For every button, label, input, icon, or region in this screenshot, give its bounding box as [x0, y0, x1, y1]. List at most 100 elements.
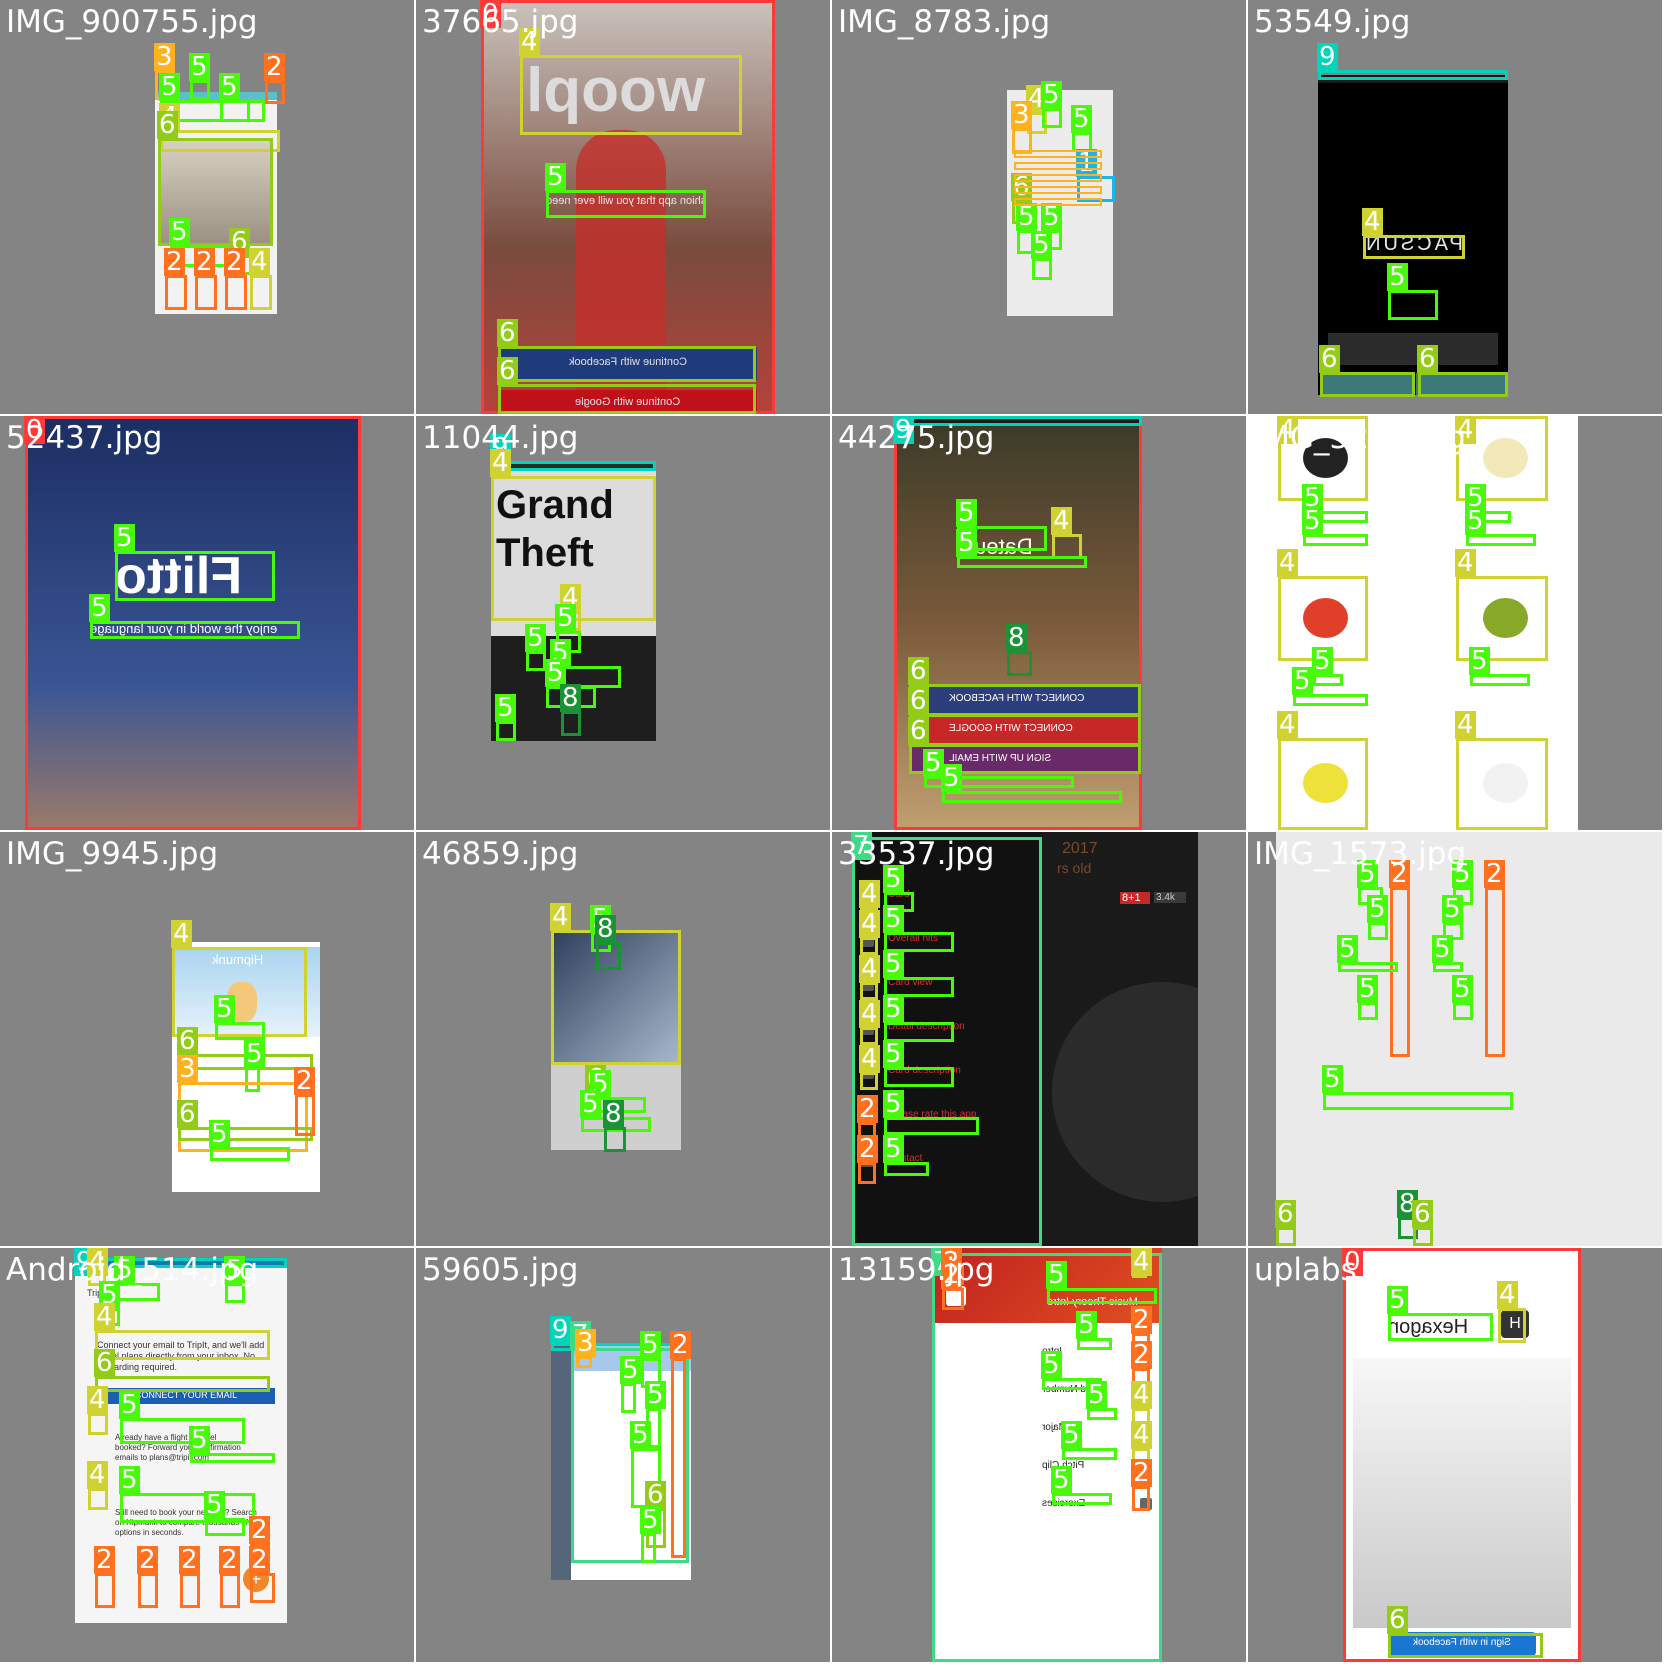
- class-label-5: 5: [214, 994, 235, 1024]
- class-label-5: 5: [244, 1039, 265, 1069]
- bbox-class-2: [95, 1573, 115, 1608]
- bbox-class-6: [498, 384, 756, 414]
- bbox-class-6: [1418, 372, 1508, 397]
- bbox-class-5: [1323, 1092, 1513, 1110]
- bbox-class-8: [596, 942, 621, 970]
- class-label-5: 5: [640, 1330, 661, 1360]
- class-label-5: 5: [580, 1089, 601, 1119]
- bbox-class-5: [210, 1147, 290, 1161]
- bbox-class-5: [1042, 108, 1062, 128]
- class-label-4: 4: [859, 999, 880, 1029]
- class-label-4: 4: [859, 909, 880, 939]
- bbox-class-2: [942, 1288, 964, 1310]
- class-label-5: 5: [883, 994, 904, 1024]
- year-text: 2017: [1062, 840, 1122, 858]
- class-label-6: 6: [1417, 344, 1438, 374]
- bbox-class-2: [220, 1573, 240, 1608]
- class-label-2: 2: [179, 1545, 200, 1575]
- bbox-class-4: [860, 1072, 878, 1090]
- google-plus-badge[interactable]: 8+1: [1120, 892, 1150, 904]
- class-label-5: 5: [89, 593, 110, 623]
- age-text: rs old: [1057, 860, 1117, 876]
- bbox-class-4: [860, 937, 878, 955]
- bbox-class-6: [1413, 1227, 1433, 1246]
- class-label-4: 4: [1131, 1248, 1152, 1277]
- bbox-class-4: [250, 275, 272, 310]
- class-label-5: 5: [1051, 1465, 1072, 1495]
- class-label-5: 5: [1041, 1350, 1062, 1380]
- class-label-5: 5: [1016, 202, 1037, 232]
- bbox-class-5: [1047, 1288, 1157, 1304]
- class-label-5: 5: [1442, 894, 1463, 924]
- bbox-class-5: [546, 190, 706, 218]
- class-label-5: 5: [883, 1039, 904, 1069]
- bbox-class-6: [1388, 1633, 1543, 1658]
- class-label-5: 5: [645, 1380, 666, 1410]
- class-label-5: 5: [204, 1490, 225, 1520]
- class-label-5: 5: [1302, 506, 1323, 536]
- bbox-class-5: [1032, 258, 1052, 280]
- tile-filename: 44275.jpg: [838, 420, 995, 456]
- bbox-class-2: [195, 275, 217, 310]
- plus-count-text: 3.4k: [1156, 892, 1175, 903]
- class-label-5: 5: [883, 904, 904, 934]
- bbox-class-2: [138, 1573, 158, 1608]
- bbox-class-5: [215, 1022, 265, 1040]
- list-row: [1014, 174, 1102, 182]
- year-text-text: 2017: [1062, 840, 1098, 857]
- bbox-class-2: [225, 275, 247, 310]
- bbox-class-5: [220, 100, 265, 122]
- class-label-5: 5: [630, 1420, 651, 1450]
- class-label-5: 5: [1312, 646, 1333, 676]
- tile: 458655846859.jpg: [416, 832, 830, 1246]
- tile-filename: IMG_1573.jpg: [1254, 836, 1467, 872]
- tile-filename: Android_514.jpg: [6, 1252, 259, 1288]
- bbox-class-4: [520, 55, 742, 135]
- class-label-5: 5: [1465, 506, 1486, 536]
- tile: 973552556559605.jpg: [416, 1248, 830, 1662]
- class-label-5: 5: [555, 603, 576, 633]
- class-label-6: 6: [497, 318, 518, 348]
- bbox-class-8: [1007, 651, 1032, 676]
- class-label-2: 2: [249, 1515, 270, 1545]
- bbox-class-5: [621, 1383, 636, 1413]
- class-label-5: 5: [1367, 894, 1388, 924]
- bbox-class-9: [1318, 70, 1508, 80]
- bbox-class-6: [178, 1127, 313, 1141]
- class-label-5: 5: [159, 72, 180, 102]
- class-label-2: 2: [294, 1066, 315, 1096]
- class-label-5: 5: [169, 217, 190, 247]
- list-row: [1014, 186, 1102, 194]
- class-label-3: 3: [154, 42, 175, 72]
- tile: 4 5 5 3 1 6 5 5 5 IMG_8783.jpg: [832, 0, 1246, 414]
- bbox-class-4: [1456, 738, 1548, 830]
- bbox-class-0: [1343, 1248, 1581, 1662]
- bbox-class-6: [1276, 1227, 1296, 1246]
- moon-bg: [1052, 982, 1198, 1202]
- bbox-class-5: [1388, 290, 1438, 320]
- google-plus-badge-text: 8+1: [1122, 892, 1141, 904]
- class-label-3: 3: [1011, 100, 1032, 130]
- class-label-2: 2: [164, 247, 185, 277]
- class-label-2: 2: [264, 52, 285, 82]
- class-label-2: 2: [137, 1545, 158, 1575]
- class-label-6: 6: [1275, 1199, 1296, 1229]
- class-label-4: 4: [1497, 1280, 1518, 1310]
- class-label-5: 5: [1071, 104, 1092, 134]
- bbox-class-5: [1358, 1002, 1378, 1020]
- class-label-6: 6: [1412, 1199, 1433, 1229]
- class-label-5: 5: [189, 1425, 210, 1455]
- class-label-2: 2: [857, 1094, 878, 1124]
- class-label-5: 5: [189, 52, 210, 82]
- class-label-6: 6: [908, 686, 929, 716]
- tile-filename: IMG_8783.jpg: [838, 4, 1051, 40]
- class-label-8: 8: [1006, 623, 1027, 653]
- class-label-5: 5: [545, 162, 566, 192]
- class-label-5: 5: [1387, 262, 1408, 292]
- class-label-6: 6: [1387, 1605, 1408, 1635]
- bbox-class-5: [884, 1162, 929, 1176]
- class-label-6: 6: [177, 1099, 198, 1129]
- bbox-class-4: [88, 1488, 108, 1510]
- class-label-2: 2: [94, 1545, 115, 1575]
- bbox-class-5: [120, 1418, 245, 1444]
